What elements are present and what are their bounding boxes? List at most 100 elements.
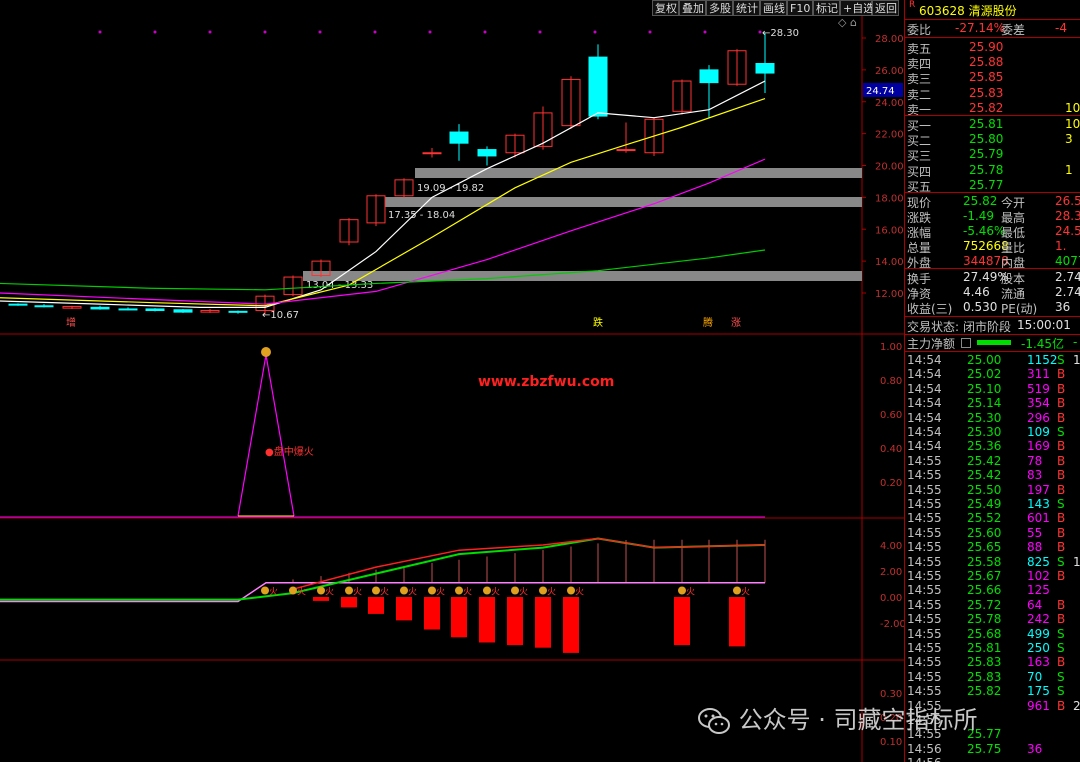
- axis-label-main: 20.00: [875, 162, 904, 173]
- ind2-bar-3: [396, 597, 412, 621]
- quote-value-2: 40779: [1055, 254, 1080, 268]
- label-die: 跌: [593, 316, 603, 329]
- tick-row: 14:54 25.30 296 B: [905, 411, 1080, 426]
- tick-vol: 519: [1027, 381, 1050, 396]
- trade-status-label: 交易状态:: [907, 320, 960, 334]
- kline-chart[interactable]: 28.00 26.00 24.00 22.00 20.00 18.00 16.00 14.00…: [0, 0, 904, 762]
- tick-row: 14:55 25.60 55 B: [905, 526, 1080, 541]
- quote-row: 总量 752668 量比 1.: [905, 239, 1080, 255]
- tick-side: B: [1057, 381, 1066, 396]
- moneybag-icon: [733, 586, 741, 595]
- ind2-word: 火: [519, 587, 528, 598]
- toolbar-btn-4[interactable]: 画线: [760, 0, 787, 16]
- ind2-bar-0: [313, 597, 329, 601]
- toolbar-btn-2[interactable]: 多股: [706, 0, 733, 16]
- top-dot: [538, 30, 542, 34]
- ind2-word: 火: [741, 587, 750, 598]
- tick-side: S: [1057, 626, 1065, 641]
- axis-label-ind1: 1.00: [880, 342, 902, 353]
- tick-side: B: [1057, 468, 1066, 483]
- wei-bi-label: 委比: [907, 23, 932, 37]
- candle-body-25: [699, 69, 719, 84]
- diamond-icon: ◇: [838, 16, 847, 29]
- quote-value-2: 26.5: [1055, 194, 1080, 208]
- tick-vol: 163: [1027, 655, 1050, 670]
- bid-price: 25.79: [969, 147, 1004, 162]
- quote-value: -5.46%: [963, 224, 1006, 238]
- tick-time: 14:55: [907, 540, 942, 555]
- site-text: www.zbzfwu.com: [478, 374, 614, 390]
- tick-row: 14:55 25.65 88 B: [905, 540, 1080, 555]
- tick-vol: 70: [1027, 669, 1043, 684]
- tick-side: S: [1057, 684, 1065, 699]
- axis-label-ind2: 2.00: [880, 567, 902, 578]
- toolbar-btn-5[interactable]: F10: [787, 0, 813, 16]
- main-flow-row: 主力净额 -1.45亿 -: [905, 335, 1080, 351]
- ind2-word: 火: [353, 587, 362, 598]
- stock-code-name[interactable]: 603628 清源股份: [919, 2, 1017, 19]
- toolbar-btn-6[interactable]: 标记: [813, 0, 840, 16]
- tick-vol: 64: [1027, 597, 1043, 612]
- tick-price: 25.67: [967, 569, 1002, 583]
- tick-side: B: [1057, 698, 1066, 713]
- axis-label-main: 12.00: [875, 289, 904, 300]
- tick-price: 25.49: [967, 497, 1002, 511]
- trade-status-row: 交易状态: 闭市阶段 15:00:01: [905, 318, 1080, 334]
- tick-price: 25.30: [967, 410, 1002, 425]
- toolbar-btn-0[interactable]: 复权: [652, 0, 679, 16]
- tick-vol: 250: [1027, 641, 1050, 655]
- stats-value-2: 36: [1055, 300, 1071, 314]
- tick-time: 14:55: [907, 554, 942, 569]
- candle-body-17: [477, 149, 497, 157]
- tick-time: 14:55: [907, 641, 942, 655]
- tick-row: 14:55 25.49 143 S: [905, 497, 1080, 512]
- axis-label-main: 24.00: [875, 98, 904, 109]
- ind2-word: 火: [380, 587, 389, 598]
- candle-body-5: [145, 308, 165, 312]
- candle-body-22: [616, 149, 636, 152]
- tick-side: B: [1057, 410, 1066, 425]
- tick-time: 14:55: [907, 511, 942, 526]
- tick-time: 14:55: [907, 597, 942, 612]
- tick-time: 14:54: [907, 396, 942, 411]
- price-tag: 24.74: [866, 86, 895, 97]
- tick-time: 14:56: [907, 741, 942, 756]
- toolbar-btn-3[interactable]: 统计: [733, 0, 760, 16]
- bid-vol: 10: [1065, 117, 1080, 131]
- main-flow-value: -1.45亿: [1021, 337, 1065, 351]
- moneybag-icon: [317, 586, 325, 595]
- bid-price: 25.80: [969, 132, 1004, 147]
- tick-row: 14:56 25.75 36: [905, 742, 1080, 757]
- axis-label-ind1: 0.80: [880, 376, 902, 387]
- tick-side: B: [1057, 396, 1066, 411]
- tick-vol: 83: [1027, 468, 1043, 483]
- tick-vol: 311: [1027, 367, 1050, 382]
- main-flow-icon: [961, 338, 971, 348]
- ask-price: 25.85: [969, 70, 1004, 85]
- chart-area[interactable]: 28.00 26.00 24.00 22.00 20.00 18.00 16.00 14.00…: [0, 0, 904, 762]
- bid-price: 25.81: [969, 117, 1004, 131]
- toolbar-btn-7[interactable]: +自选: [840, 0, 874, 16]
- tick-time: 14:54: [907, 381, 942, 396]
- tick-price: 25.42: [967, 453, 1002, 468]
- tick-extra: 1: [1073, 353, 1080, 367]
- main-flow-bar: [977, 340, 1011, 345]
- toolbar-btn-1[interactable]: 叠加: [679, 0, 706, 16]
- moneybag-icon: [511, 586, 519, 595]
- tick-time: 14:54: [907, 439, 942, 454]
- bid-row: 买二 25.80 3: [905, 132, 1080, 148]
- tick-row: 14:55 25.82 175 S: [905, 684, 1080, 699]
- tick-side: B: [1057, 525, 1066, 540]
- tick-price: 25.02: [967, 367, 1002, 382]
- zone-label-2: 17.35 - 18.04: [388, 210, 455, 221]
- candle-body-3: [90, 306, 110, 310]
- candle-body-16: [449, 131, 469, 144]
- tick-vol: 169: [1027, 439, 1050, 454]
- tick-row: 14:55 25.58 825 S 1: [905, 555, 1080, 570]
- tick-price: 25.83: [967, 655, 1002, 670]
- toolbar-btn-8[interactable]: 返回: [872, 0, 899, 16]
- tick-side: B: [1057, 482, 1066, 497]
- moneybag-icon: [289, 586, 297, 595]
- tick-extra: 2: [1073, 698, 1080, 713]
- tick-price: 25.68: [967, 626, 1002, 641]
